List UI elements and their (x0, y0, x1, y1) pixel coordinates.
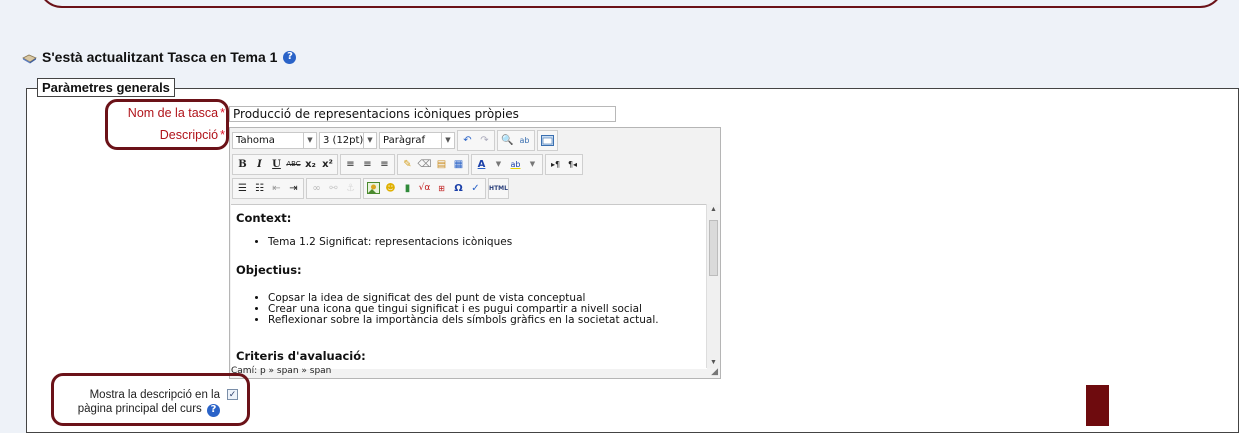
bullet-list-icon[interactable]: ☰ (234, 180, 251, 197)
italic-icon[interactable]: I (251, 156, 268, 173)
editor-content-area[interactable]: Context: Tema 1.2 Significat: representa… (231, 204, 707, 369)
list-item: Tema 1.2 Significat: representacions icò… (268, 237, 512, 248)
scrollbar-thumb[interactable] (709, 220, 718, 276)
editor-scrollbar[interactable]: ▲ ▼ (706, 204, 720, 368)
fieldset-legend: Paràmetres generals (37, 78, 175, 97)
text-format-group: B I U ABC x₂ x² (232, 153, 338, 175)
list-group: ☰ ☷ ⇤ ⇥ (232, 177, 304, 199)
fullscreen-group (537, 129, 558, 151)
align-left-icon[interactable]: ≡ (342, 156, 359, 173)
fullscreen-icon[interactable] (539, 132, 556, 149)
assignment-name-input[interactable]: Producció de representacions icòniques p… (229, 106, 616, 122)
page-heading: S'està actualitzant Tasca en Tema 1 ? (22, 47, 297, 67)
top-annotation-oval (38, 0, 1224, 8)
emoticon-icon[interactable]: ☻ (382, 180, 399, 197)
direction-group: ▸¶ ¶◂ (545, 153, 583, 175)
paste-word-icon[interactable]: ▦ (450, 156, 467, 173)
special-char-icon[interactable]: Ω (450, 180, 467, 197)
media-icon[interactable]: ▮ (399, 180, 416, 197)
history-group: ↶ ↷ (457, 129, 495, 151)
align-center-icon[interactable]: ≡ (359, 156, 376, 173)
text-color-icon[interactable]: A (473, 156, 490, 173)
font-size-value: 3 (12pt) (323, 134, 364, 146)
assignment-icon (22, 51, 37, 64)
resize-handle-icon[interactable]: ◢ (711, 366, 718, 377)
highlight-color-icon[interactable]: ab (507, 156, 524, 173)
content-heading-criteria: Criteris d'avaluació: (236, 349, 366, 363)
checkbox-annotation-oval (51, 373, 250, 426)
chevron-down-icon[interactable]: ▼ (524, 156, 541, 173)
labels-annotation-oval (105, 99, 229, 150)
insert-group: ☻ ▮ √α ⊞ Ω ✓ (363, 177, 486, 199)
ltr-icon[interactable]: ▸¶ (547, 156, 564, 173)
content-heading-context: Context: (236, 211, 292, 225)
chevron-down-icon[interactable]: ▼ (490, 156, 507, 173)
page-title: S'està actualitzant Tasca en Tema 1 (42, 49, 278, 65)
help-icon[interactable]: ? (283, 50, 297, 64)
chevron-down-icon: ▼ (303, 132, 316, 148)
eraser-icon[interactable]: ⌫ (416, 156, 433, 173)
underline-icon[interactable]: U (268, 156, 285, 173)
link-icon[interactable]: ∞ (308, 180, 325, 197)
content-heading-objectives: Objectius: (236, 263, 302, 277)
scroll-up-icon[interactable]: ▲ (710, 206, 717, 213)
block-format-select[interactable]: Paràgraf ▼ (379, 131, 455, 149)
spellcheck-icon[interactable]: ✓ (467, 180, 484, 197)
undo-icon[interactable]: ↶ (459, 132, 476, 149)
unlink-icon[interactable]: ⚯ (325, 180, 342, 197)
context-list: Tema 1.2 Significat: representacions icò… (231, 237, 512, 248)
font-family-select[interactable]: Tahoma ▼ (232, 131, 317, 149)
insert-image-icon[interactable] (365, 180, 382, 197)
list-item: Reflexionar sobre la importància dels sí… (268, 315, 659, 326)
strikethrough-icon[interactable]: ABC (285, 156, 302, 173)
html-source-icon[interactable]: HTML (489, 180, 508, 197)
find-icon[interactable]: 🔍 (499, 132, 516, 149)
align-group: ≡ ≡ ≡ (340, 153, 395, 175)
search-group: 🔍 ab (497, 129, 535, 151)
superscript-icon[interactable]: x² (319, 156, 336, 173)
font-family-value: Tahoma (236, 134, 275, 146)
table-icon[interactable]: ⊞ (433, 180, 450, 197)
editor-toolbar-row-1: Tahoma ▼ 3 (12pt) ▼ Paràgraf ▼ ↶ ↷ 🔍 ab (232, 129, 558, 151)
block-format-value: Paràgraf (383, 134, 426, 146)
equation-icon[interactable]: √α (416, 180, 433, 197)
paste-text-icon[interactable]: ▤ (433, 156, 450, 173)
editor-toolbar-row-3: ☰ ☷ ⇤ ⇥ ∞ ⚯ ⚓ ☻ ▮ √α ⊞ Ω ✓ HTML (232, 177, 509, 199)
indent-icon[interactable]: ⇥ (285, 180, 302, 197)
cleanup-brush-icon[interactable]: ✎ (399, 156, 416, 173)
html-group: HTML (488, 177, 509, 199)
objectives-list: Copsar la idea de significat des del pun… (231, 293, 659, 326)
editor-toolbar-row-2: B I U ABC x₂ x² ≡ ≡ ≡ ✎ ⌫ ▤ ▦ A ▼ ab ▼ ▸… (232, 153, 583, 175)
numbered-list-icon[interactable]: ☷ (251, 180, 268, 197)
bold-icon[interactable]: B (234, 156, 251, 173)
rich-text-editor: Tahoma ▼ 3 (12pt) ▼ Paràgraf ▼ ↶ ↷ 🔍 ab … (229, 127, 721, 379)
anchor-icon[interactable]: ⚓ (342, 180, 359, 197)
rtl-icon[interactable]: ¶◂ (564, 156, 581, 173)
subscript-icon[interactable]: x₂ (302, 156, 319, 173)
decorative-block (1086, 385, 1109, 426)
link-group: ∞ ⚯ ⚓ (306, 177, 361, 199)
align-right-icon[interactable]: ≡ (376, 156, 393, 173)
font-size-select[interactable]: 3 (12pt) ▼ (319, 131, 377, 149)
outdent-icon[interactable]: ⇤ (268, 180, 285, 197)
chevron-down-icon: ▼ (441, 132, 454, 148)
redo-icon[interactable]: ↷ (476, 132, 493, 149)
clean-group: ✎ ⌫ ▤ ▦ (397, 153, 469, 175)
color-group: A ▼ ab ▼ (471, 153, 543, 175)
chevron-down-icon: ▼ (363, 132, 376, 148)
editor-status-path: Camí: p » span » span (231, 366, 332, 376)
replace-icon[interactable]: ab (516, 132, 533, 149)
